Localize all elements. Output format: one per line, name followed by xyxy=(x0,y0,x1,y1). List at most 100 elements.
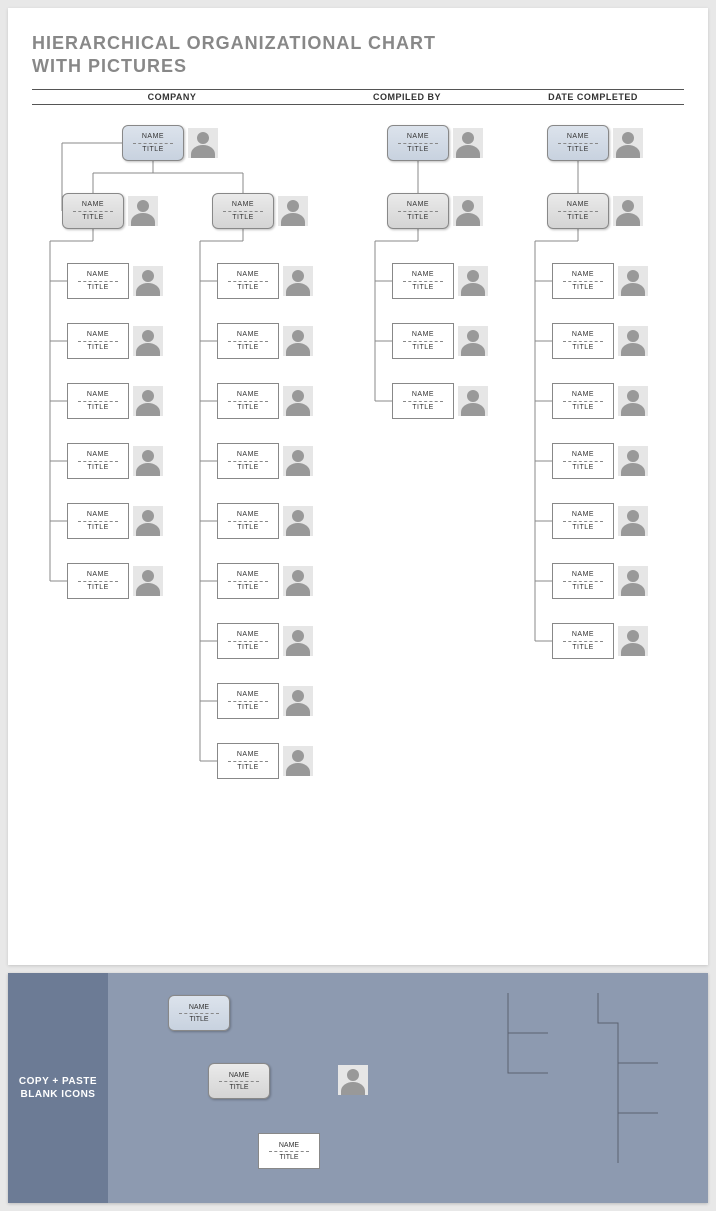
palette-mid-card[interactable]: NAME TITLE xyxy=(208,1063,270,1099)
title-field: TITLE xyxy=(237,584,259,592)
title-field: TITLE xyxy=(237,464,259,472)
node-card: NAMETITLE xyxy=(217,743,279,779)
node-card: NAMETITLE xyxy=(387,193,449,229)
title-field: TITLE xyxy=(237,704,259,712)
separator xyxy=(219,1081,259,1082)
title-field: TITLE xyxy=(87,284,109,292)
metadata-header-row: COMPANY COMPILED BY DATE COMPLETED xyxy=(32,89,684,105)
avatar-icon xyxy=(618,266,648,296)
node-card: NAMETITLE xyxy=(217,263,279,299)
title-field: TITLE xyxy=(572,464,594,472)
leaf-node[interactable]: NAME TITLE xyxy=(67,323,163,359)
title-field: TITLE xyxy=(572,344,594,352)
leaf-node[interactable]: NAME TITLE xyxy=(217,683,313,719)
name-field: NAME xyxy=(87,271,109,279)
mid-node[interactable]: NAMETITLE xyxy=(387,193,483,229)
node-card: NAMETITLE xyxy=(552,503,614,539)
leaf-node[interactable]: NAMETITLE xyxy=(217,383,313,419)
title-field: TITLE xyxy=(237,764,259,772)
avatar-icon xyxy=(453,128,483,158)
name-field: NAME xyxy=(87,391,109,399)
avatar-icon xyxy=(618,626,648,656)
leaf-node[interactable]: NAMETITLE xyxy=(392,323,488,359)
leaf-node[interactable]: NAME TITLE xyxy=(552,623,648,659)
separator xyxy=(563,401,603,402)
palette-avatar-icon[interactable] xyxy=(338,1065,368,1095)
avatar-icon xyxy=(133,266,163,296)
separator xyxy=(223,211,263,212)
separator xyxy=(563,521,603,522)
name-field: NAME xyxy=(279,1142,299,1149)
leaf-node[interactable]: NAMETITLE xyxy=(552,503,648,539)
leaf-node[interactable]: NAMETITLE xyxy=(217,263,313,299)
leaf-node[interactable]: NAMETITLE xyxy=(552,563,648,599)
title-field: TITLE xyxy=(82,214,104,222)
separator xyxy=(78,581,118,582)
top-node[interactable]: NAMETITLE xyxy=(387,125,483,161)
leaf-node[interactable]: NAMETITLE xyxy=(217,623,313,659)
separator xyxy=(228,281,268,282)
leaf-node[interactable]: NAME TITLE xyxy=(67,263,163,299)
separator xyxy=(73,211,113,212)
leaf-node[interactable]: NAMETITLE xyxy=(217,323,313,359)
mid-node[interactable]: NAMETITLE xyxy=(212,193,308,229)
avatar-icon xyxy=(618,446,648,476)
header-company: COMPANY xyxy=(32,92,312,102)
name-field: NAME xyxy=(412,391,434,399)
title-field: TITLE xyxy=(572,644,594,652)
separator xyxy=(179,1013,219,1014)
name-field: NAME xyxy=(572,631,594,639)
leaf-node[interactable]: NAMETITLE xyxy=(67,383,163,419)
mid-node[interactable]: NAMETITLE xyxy=(62,193,158,229)
leaf-node[interactable]: NAMETITLE xyxy=(67,563,163,599)
name-field: NAME xyxy=(237,511,259,519)
mid-node[interactable]: NAMETITLE xyxy=(547,193,643,229)
leaf-node[interactable]: NAMETITLE xyxy=(552,263,648,299)
avatar-icon xyxy=(133,326,163,356)
name-field: NAME xyxy=(572,331,594,339)
palette-area: NAME TITLE NAME TITLE NAME TITLE xyxy=(108,973,708,1203)
avatar-icon xyxy=(128,196,158,226)
title-field: TITLE xyxy=(232,214,254,222)
title-field: TITLE xyxy=(237,404,259,412)
name-field: NAME xyxy=(229,1072,249,1079)
leaf-node[interactable]: NAMETITLE xyxy=(67,503,163,539)
title-field: TITLE xyxy=(572,584,594,592)
leaf-node[interactable]: NAMETITLE xyxy=(552,383,648,419)
palette-leaf-card[interactable]: NAME TITLE xyxy=(258,1133,320,1169)
leaf-node[interactable]: NAMETITLE xyxy=(67,443,163,479)
palette-top-card[interactable]: NAME TITLE xyxy=(168,995,230,1031)
avatar-icon xyxy=(458,326,488,356)
separator xyxy=(78,461,118,462)
top-node[interactable]: NAMETITLE xyxy=(547,125,643,161)
leaf-node[interactable]: NAMETITLE xyxy=(392,383,488,419)
node-card: NAMETITLE xyxy=(387,125,449,161)
template-page: HIERARCHICAL ORGANIZATIONAL CHART WITH P… xyxy=(8,8,708,965)
avatar-icon xyxy=(283,446,313,476)
avatar-icon xyxy=(458,386,488,416)
leaf-node[interactable]: NAMETITLE xyxy=(217,503,313,539)
node-card: NAMETITLE xyxy=(217,623,279,659)
name-field: NAME xyxy=(407,201,429,209)
title-field: TITLE xyxy=(567,214,589,222)
leaf-node[interactable]: NAMETITLE xyxy=(392,263,488,299)
leaf-node[interactable]: NAMETITLE xyxy=(552,443,648,479)
avatar-icon xyxy=(618,386,648,416)
node-card: NAME TITLE xyxy=(67,263,129,299)
name-field: NAME xyxy=(237,691,259,699)
leaf-node[interactable]: NAMETITLE xyxy=(217,443,313,479)
avatar-icon xyxy=(283,686,313,716)
title-field: TITLE xyxy=(572,284,594,292)
leaf-node[interactable]: NAMETITLE xyxy=(217,563,313,599)
leaf-node[interactable]: NAME TITLE xyxy=(552,323,648,359)
name-field: NAME xyxy=(572,391,594,399)
title-field: TITLE xyxy=(572,524,594,532)
top-node[interactable]: NAMETITLE xyxy=(122,125,218,161)
avatar-icon xyxy=(133,566,163,596)
name-field: NAME xyxy=(142,133,164,141)
name-field: NAME xyxy=(87,331,109,339)
name-field: NAME xyxy=(87,511,109,519)
title-field: TITLE xyxy=(87,344,109,352)
leaf-node[interactable]: NAMETITLE xyxy=(217,743,313,779)
header-compiled-by: COMPILED BY xyxy=(312,92,502,102)
